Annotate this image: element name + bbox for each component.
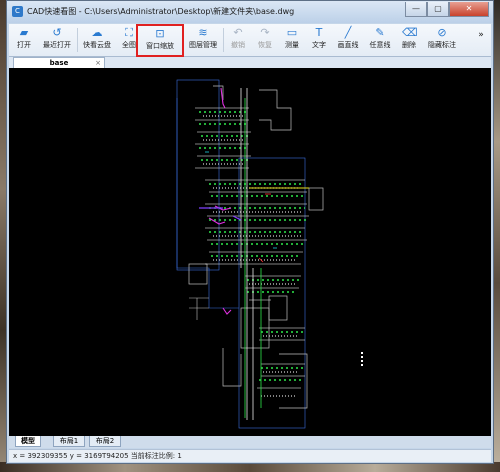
title-bar[interactable]: C CAD快速看图 - C:\Users\Administrator\Deskt… xyxy=(7,1,493,23)
drawing-canvas[interactable] xyxy=(9,68,491,436)
measure-icon: ▭ xyxy=(286,26,298,39)
window-title: CAD快速看图 - C:\Users\Administrator\Desktop… xyxy=(27,7,295,16)
undo-label: 撤销 xyxy=(231,41,245,49)
document-tab[interactable]: base × xyxy=(13,57,105,68)
layers-icon: ≋ xyxy=(198,26,208,39)
delete-label: 删除 xyxy=(402,41,416,49)
cloud-label: 快看云盘 xyxy=(83,41,111,49)
tab-model[interactable]: 模型 xyxy=(15,436,41,447)
window-zoom-button[interactable]: ⊡ 窗口缩放 xyxy=(136,24,184,57)
more-tools-button[interactable]: » xyxy=(475,30,487,60)
draw-line-button[interactable]: ╱ 画直线 xyxy=(333,25,363,55)
open-label: 打开 xyxy=(17,41,31,49)
minimize-button[interactable]: — xyxy=(405,2,427,17)
hide-annotation-label: 隐藏标注 xyxy=(428,41,456,49)
tab-layout1[interactable]: 布局1 xyxy=(53,436,85,447)
purple-annotations xyxy=(199,207,242,221)
hide-icon: ⊘ xyxy=(437,26,447,39)
building-outlines xyxy=(188,85,324,409)
hide-annotation-button[interactable]: ⊘ 隐藏标注 xyxy=(423,25,461,55)
layer-manager-label: 图层管理 xyxy=(189,41,217,49)
recent-open-button[interactable]: ↺ 最近打开 xyxy=(39,25,75,55)
magenta-annotations xyxy=(208,87,232,315)
delete-button[interactable]: ⌫ 删除 xyxy=(397,25,421,55)
tab-close-icon[interactable]: × xyxy=(95,58,101,68)
redo-button[interactable]: ↷ 恢复 xyxy=(252,25,278,55)
recent-icon: ↺ xyxy=(52,26,62,39)
app-logo-icon: C xyxy=(12,6,23,17)
toolbar-divider xyxy=(77,28,78,52)
text-label: 文字 xyxy=(312,41,326,49)
open-button[interactable]: ▰ 打开 xyxy=(11,25,37,55)
text-button[interactable]: T 文字 xyxy=(306,25,332,55)
layer-manager-button[interactable]: ≋ 图层管理 xyxy=(185,25,221,55)
building-rows xyxy=(195,107,309,397)
fullview-icon: ⛶ xyxy=(125,26,133,39)
measure-label: 测量 xyxy=(285,41,299,49)
close-button[interactable]: ✕ xyxy=(449,2,489,17)
stray-object xyxy=(361,352,363,366)
pencil-icon: ✎ xyxy=(375,26,385,39)
window-zoom-label: 窗口缩放 xyxy=(146,42,174,50)
text-icon: T xyxy=(315,26,323,39)
freehand-line-button[interactable]: ✎ 任意线 xyxy=(365,25,395,55)
app-window: C CAD快速看图 - C:\Users\Administrator\Deskt… xyxy=(6,0,494,464)
document-tab-label: base xyxy=(49,59,69,67)
window-zoom-icon: ⊡ xyxy=(155,27,165,40)
window-controls: — ▢ ✕ xyxy=(405,2,489,17)
cloud-button[interactable]: ☁ 快看云盘 xyxy=(79,25,115,55)
eraser-icon: ⌫ xyxy=(402,26,418,39)
document-tab-bar: base × xyxy=(9,57,491,68)
main-road xyxy=(240,88,254,420)
cloud-icon: ☁ xyxy=(91,26,103,39)
freehand-line-label: 任意线 xyxy=(369,41,391,49)
toolbar: ▰ 打开 ↺ 最近打开 ☁ 快看云盘 ⛶ 全图 ⊡ 窗口缩放 ≋ 图层管理 ↶ … xyxy=(9,24,491,57)
undo-button[interactable]: ↶ 撤销 xyxy=(225,25,251,55)
toolbar-divider xyxy=(223,28,224,52)
redo-icon: ↷ xyxy=(260,26,270,39)
maximize-button[interactable]: ▢ xyxy=(427,2,449,17)
status-bar: x = 392309355 y = 3169T94205 当前标注比例: 1 xyxy=(9,449,491,462)
line-icon: ╱ xyxy=(344,26,352,39)
lower-structures xyxy=(189,297,209,320)
layout-tab-bar: 模型 布局1 布局2 xyxy=(9,436,491,448)
full-view-label: 全图 xyxy=(122,41,136,49)
tab-layout2[interactable]: 布局2 xyxy=(89,436,121,447)
draw-line-label: 画直线 xyxy=(337,41,359,49)
measure-button[interactable]: ▭ 测量 xyxy=(279,25,305,55)
recent-open-label: 最近打开 xyxy=(43,41,71,49)
redo-label: 恢复 xyxy=(258,41,272,49)
folder-icon: ▰ xyxy=(19,26,29,39)
undo-icon: ↶ xyxy=(233,26,243,39)
cad-drawing xyxy=(176,79,363,429)
